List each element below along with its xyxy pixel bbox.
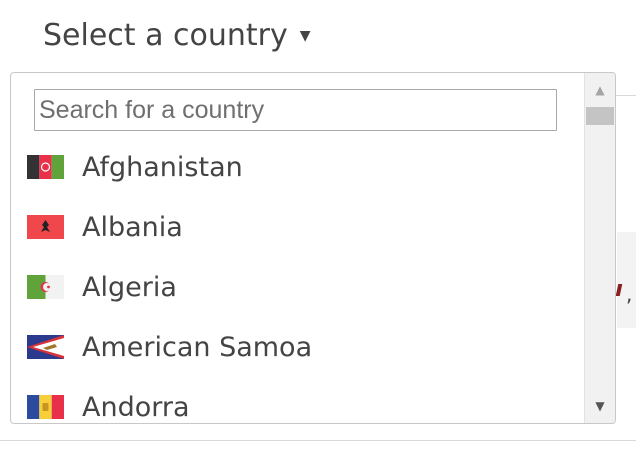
country-option-algeria[interactable]: Algeria (11, 257, 585, 317)
country-name: American Samoa (82, 331, 313, 363)
country-name: Algeria (82, 271, 177, 303)
american-samoa-flag-icon (27, 335, 64, 359)
andorra-flag-icon (27, 395, 64, 419)
scroll-down-arrow-icon[interactable]: ▼ (585, 393, 615, 419)
country-name: Albania (82, 211, 183, 243)
algeria-flag-icon (27, 275, 64, 299)
background-fragment (615, 284, 623, 296)
country-option-albania[interactable]: Albania (11, 197, 585, 257)
country-select-trigger[interactable]: Select a country ▼ (43, 14, 311, 56)
country-option-afghanistan[interactable]: Afghanistan (11, 137, 585, 197)
background-content-edge: , (615, 232, 636, 328)
background-divider-bottom (0, 440, 636, 441)
country-search-input[interactable] (34, 89, 557, 131)
dropdown-scrollbar[interactable]: ▲ ▼ (584, 73, 615, 423)
country-select-label: Select a country (43, 17, 288, 53)
country-name: Andorra (82, 391, 190, 423)
country-dropdown: Afghanistan Albania Algeria (10, 72, 616, 424)
country-option-american-samoa[interactable]: American Samoa (11, 317, 585, 377)
country-list: Afghanistan Albania Algeria American Sam… (11, 137, 585, 423)
country-option-andorra[interactable]: Andorra (11, 377, 585, 423)
albania-flag-icon (27, 215, 64, 239)
scrollbar-thumb[interactable] (586, 107, 614, 125)
scroll-up-arrow-icon[interactable]: ▲ (585, 77, 615, 103)
caret-down-icon: ▼ (299, 28, 311, 44)
background-comma-fragment: , (626, 282, 633, 306)
afghanistan-flag-icon (27, 155, 64, 179)
country-name: Afghanistan (82, 151, 243, 183)
